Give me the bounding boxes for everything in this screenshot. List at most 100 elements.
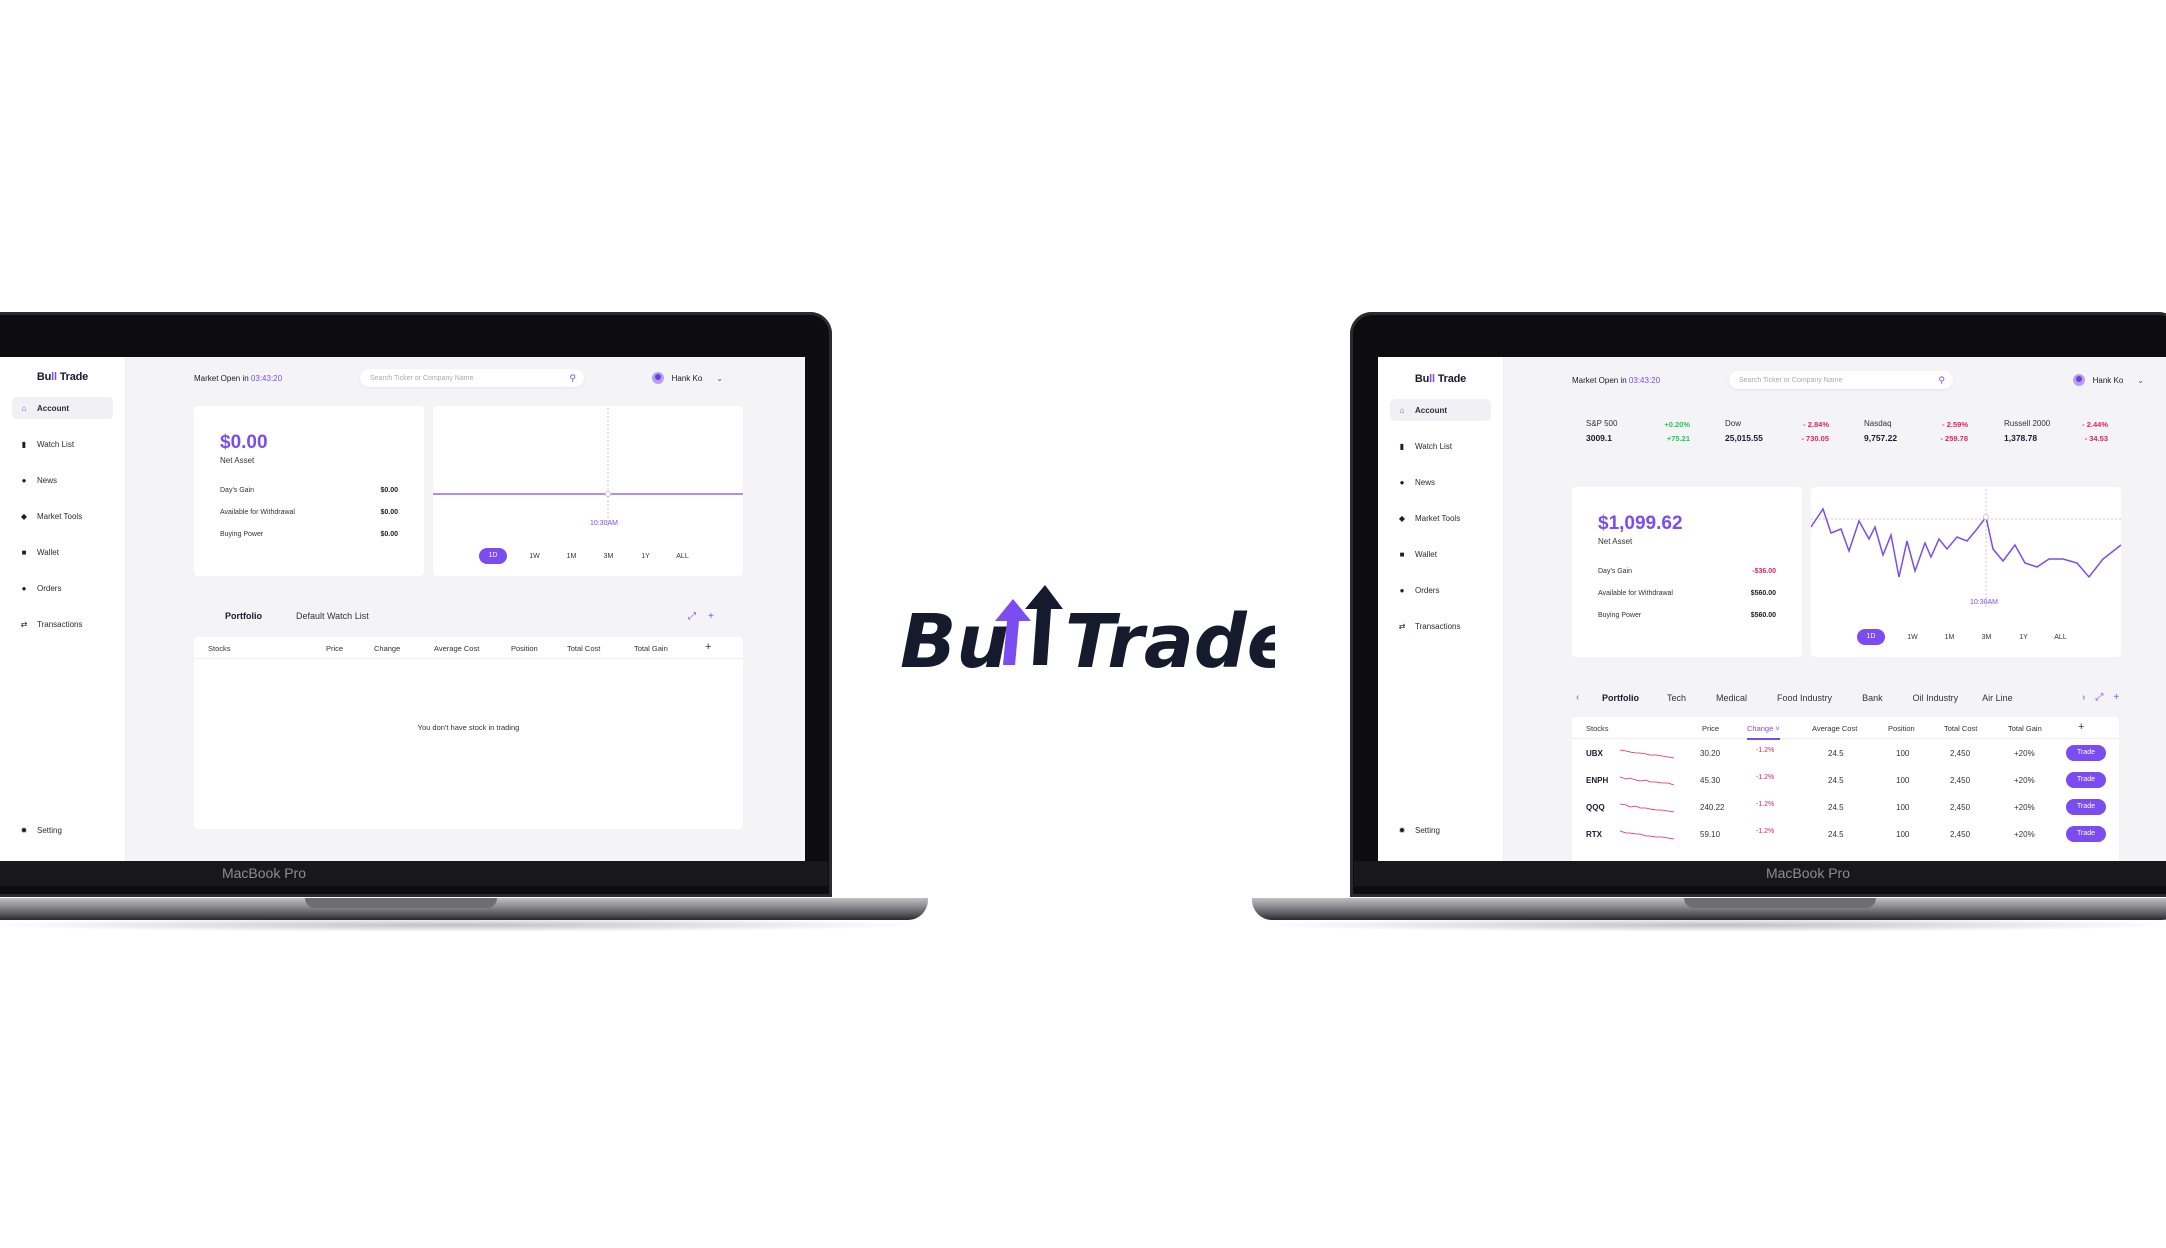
range-3m[interactable]: 3M <box>590 553 627 560</box>
add-column-icon[interactable]: + <box>2078 721 2084 733</box>
sparkline <box>1620 803 1674 813</box>
sidebar-item-transactions[interactable]: ⇄ Transactions <box>1390 615 1491 637</box>
tab-default-watch-list[interactable]: Default Watch List <box>296 611 369 621</box>
left-laptop: Bull Trade ⌂ Account ▮ Watch List ● News ◆ M… <box>0 312 930 942</box>
app-logo: Bull Trade <box>1414 373 1467 385</box>
tab-prev-icon[interactable]: ‹ <box>1576 692 1579 703</box>
sparkline <box>1620 749 1674 759</box>
app-logo: Bull Trade <box>36 371 89 383</box>
search-icon[interactable]: ⚲ <box>569 373 576 384</box>
table-row[interactable]: QQQ 240.22 -1.2% 24.5 100 2,450 +20% Tra… <box>1572 795 2119 822</box>
chart-icon: ▮ <box>21 439 27 449</box>
range-1y[interactable]: 1Y <box>627 553 664 560</box>
sparkline <box>1620 830 1674 840</box>
trade-button[interactable]: Trade <box>2066 826 2106 842</box>
add-column-icon[interactable]: + <box>705 641 711 653</box>
trade-button[interactable]: Trade <box>2066 799 2106 815</box>
sidebar-item-watch-list[interactable]: ▮ Watch List <box>12 433 113 455</box>
search-icon[interactable]: ⚲ <box>1938 375 1945 386</box>
range-3m[interactable]: 3M <box>1968 634 2005 641</box>
tab-oil-industry[interactable]: Oil Industry <box>1913 693 1959 703</box>
chart-point <box>1983 514 1989 520</box>
range-1y[interactable]: 1Y <box>2005 634 2042 641</box>
sidebar-item-news[interactable]: ● News <box>1390 471 1491 493</box>
wallet-icon: ■ <box>21 547 27 557</box>
sidebar-item-setting[interactable]: ✹ Setting <box>1390 819 1491 841</box>
range-1m[interactable]: 1M <box>553 553 590 560</box>
sidebar-item-market-tools[interactable]: ◆ Market Tools <box>12 505 113 527</box>
range-all[interactable]: ALL <box>2042 634 2079 641</box>
wallet-icon: ■ <box>1399 549 1405 559</box>
gear-icon: ✹ <box>1398 825 1406 835</box>
sidebar-item-watch-list[interactable]: ▮ Watch List <box>1390 435 1491 457</box>
orders-icon: ● <box>1399 585 1405 595</box>
expand-icon[interactable]: ⤢ <box>2095 692 2103 703</box>
laptop-chin: MacBook Pro <box>0 861 828 886</box>
news-icon: ● <box>1399 477 1405 487</box>
range-1w[interactable]: 1W <box>1894 634 1931 641</box>
left-screen: Bull Trade ⌂ Account ▮ Watch List ● News ◆ M… <box>0 357 805 861</box>
sidebar-item-orders[interactable]: ● Orders <box>12 577 113 599</box>
sidebar-item-market-tools[interactable]: ◆ Market Tools <box>1390 507 1491 529</box>
tab-medical[interactable]: Medical <box>1716 693 1747 703</box>
chart-card: 10:30AM 1D 1W 1M 3M 1Y ALL <box>1811 487 2121 657</box>
tab-tech[interactable]: Tech <box>1667 693 1686 703</box>
chevron-down-icon[interactable]: ⌄ <box>716 374 723 383</box>
expand-icon[interactable]: ⤢ <box>688 611 696 622</box>
range-1d[interactable]: 1D <box>479 548 507 564</box>
home-icon: ⌂ <box>1399 405 1405 415</box>
stat-available-withdrawal: Available for Withdrawal $0.00 <box>220 509 398 516</box>
search-input[interactable]: Search Ticker or Company Name ⚲ <box>1729 371 1953 389</box>
sidebar-item-wallet[interactable]: ■ Wallet <box>1390 543 1491 565</box>
table-row[interactable]: RTX 59.10 -1.2% 24.5 100 2,450 +20% Trad… <box>1572 822 2119 849</box>
sidebar-item-account[interactable]: ⌂ Account <box>1390 399 1491 421</box>
gear-icon: ✹ <box>20 825 28 835</box>
sparkline <box>1620 776 1674 786</box>
sidebar-item-setting[interactable]: ✹ Setting <box>12 819 113 841</box>
search-input[interactable]: Search Ticker or Company Name ⚲ <box>360 369 584 387</box>
net-asset-card: $1,099.62 Net Asset Day's Gain -$36.00 Av… <box>1572 487 1802 657</box>
arrow-up-icon <box>1025 585 1063 665</box>
sidebar-item-wallet[interactable]: ■ Wallet <box>12 541 113 563</box>
stat-buying-power: Buying Power $560.00 <box>1598 612 1776 619</box>
user-menu[interactable]: Hank Ko ⌄ <box>2072 374 2144 386</box>
main-content: Market Open in 03:43:20 Search Ticker or… <box>126 357 805 861</box>
chevron-down-icon[interactable]: ⌄ <box>2137 376 2144 385</box>
trade-button[interactable]: Trade <box>2066 772 2106 788</box>
table-row[interactable]: ENPH 45.30 -1.2% 24.5 100 2,450 +20% Tra… <box>1572 768 2119 795</box>
chart-line <box>1811 507 2121 579</box>
sidebar-item-orders[interactable]: ● Orders <box>1390 579 1491 601</box>
tab-portfolio[interactable]: Portfolio <box>1602 693 1639 703</box>
tab-air-line[interactable]: Air Line <box>1982 693 2013 703</box>
tab-portfolio[interactable]: Portfolio <box>225 611 262 621</box>
tab-next-icon[interactable]: › <box>2082 692 2085 703</box>
net-asset-card: $0.00 Net Asset Day's Gain $0.00 Availabl… <box>194 406 424 576</box>
sidebar-item-news[interactable]: ● News <box>12 469 113 491</box>
empty-state: You don't have stock in trading <box>417 723 520 732</box>
asset-chart <box>1811 489 2121 607</box>
portfolio-tabs: Portfolio Default Watch List <box>225 611 403 621</box>
tab-food-industry[interactable]: Food Industry <box>1777 693 1832 703</box>
market-status: Market Open in 03:43:20 <box>194 373 283 383</box>
table-header: Stocks Price Change ˅ Average Cost Posit… <box>1572 717 2119 740</box>
range-all[interactable]: ALL <box>664 553 701 560</box>
user-menu[interactable]: Hank Ko ⌄ <box>651 372 723 384</box>
sort-arrow-icon: ˅ <box>1775 724 1780 733</box>
table-row[interactable]: UBX 30.20 -1.2% 24.5 100 2,450 +20% Trad… <box>1572 741 2119 768</box>
add-icon[interactable]: + <box>2113 692 2119 703</box>
range-1d[interactable]: 1D <box>1857 629 1885 645</box>
sort-change-header[interactable]: Change ˅ <box>1747 724 1780 740</box>
portfolio-tabs: Portfolio Tech Medical Food Industry Ban… <box>1602 693 2013 703</box>
range-1w[interactable]: 1W <box>516 553 553 560</box>
holdings-table: Stocks Price Change Average Cost Positio… <box>194 637 743 829</box>
svg-text:Bu: Bu <box>900 599 1009 685</box>
trade-button[interactable]: Trade <box>2066 745 2106 761</box>
sidebar-item-account[interactable]: ⌂ Account <box>12 397 113 419</box>
range-1m[interactable]: 1M <box>1931 634 1968 641</box>
sidebar: Bull Trade ⌂ Account ▮ Watch List ● News ◆ M… <box>0 357 126 861</box>
sidebar-item-transactions[interactable]: ⇄ Transactions <box>12 613 113 635</box>
tab-bank[interactable]: Bank <box>1862 693 1883 703</box>
main-content: Market Open in 03:43:20 Search Ticker or… <box>1504 357 2166 861</box>
chart-time-label: 10:30AM <box>1970 599 1999 606</box>
add-icon[interactable]: + <box>708 611 714 622</box>
